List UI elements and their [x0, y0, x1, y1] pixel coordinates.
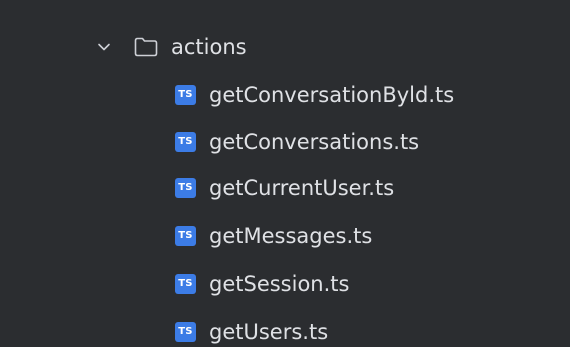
typescript-file-icon: TS	[175, 132, 196, 152]
file-label: getUsers.ts	[209, 320, 329, 344]
typescript-file-icon: TS	[175, 226, 196, 246]
folder-label: actions	[171, 35, 247, 59]
chevron-down-icon[interactable]	[97, 40, 111, 54]
file-label: getCurrentUser.ts	[209, 176, 395, 200]
typescript-file-icon: TS	[175, 322, 196, 342]
tree-file-item[interactable]: TS getSession.ts	[0, 264, 570, 304]
file-label: getMessages.ts	[209, 224, 373, 248]
tree-file-item[interactable]: TS getConversations.ts	[0, 122, 570, 162]
folder-icon	[134, 37, 158, 57]
typescript-file-icon: TS	[175, 178, 196, 198]
tree-folder-actions[interactable]: actions	[0, 27, 570, 67]
file-label: getConversations.ts	[209, 130, 420, 154]
tree-file-item[interactable]: TS getConversationByld.ts	[0, 75, 570, 115]
tree-file-item[interactable]: TS getCurrentUser.ts	[0, 168, 570, 208]
file-label: getSession.ts	[209, 272, 350, 296]
tree-file-item[interactable]: TS getMessages.ts	[0, 216, 570, 256]
project-tree-panel: actions TS getConversationByld.ts TS get…	[0, 0, 570, 347]
typescript-file-icon: TS	[175, 274, 196, 294]
tree-file-item[interactable]: TS getUsers.ts	[0, 312, 570, 347]
file-label: getConversationByld.ts	[209, 83, 455, 107]
typescript-file-icon: TS	[175, 85, 196, 105]
